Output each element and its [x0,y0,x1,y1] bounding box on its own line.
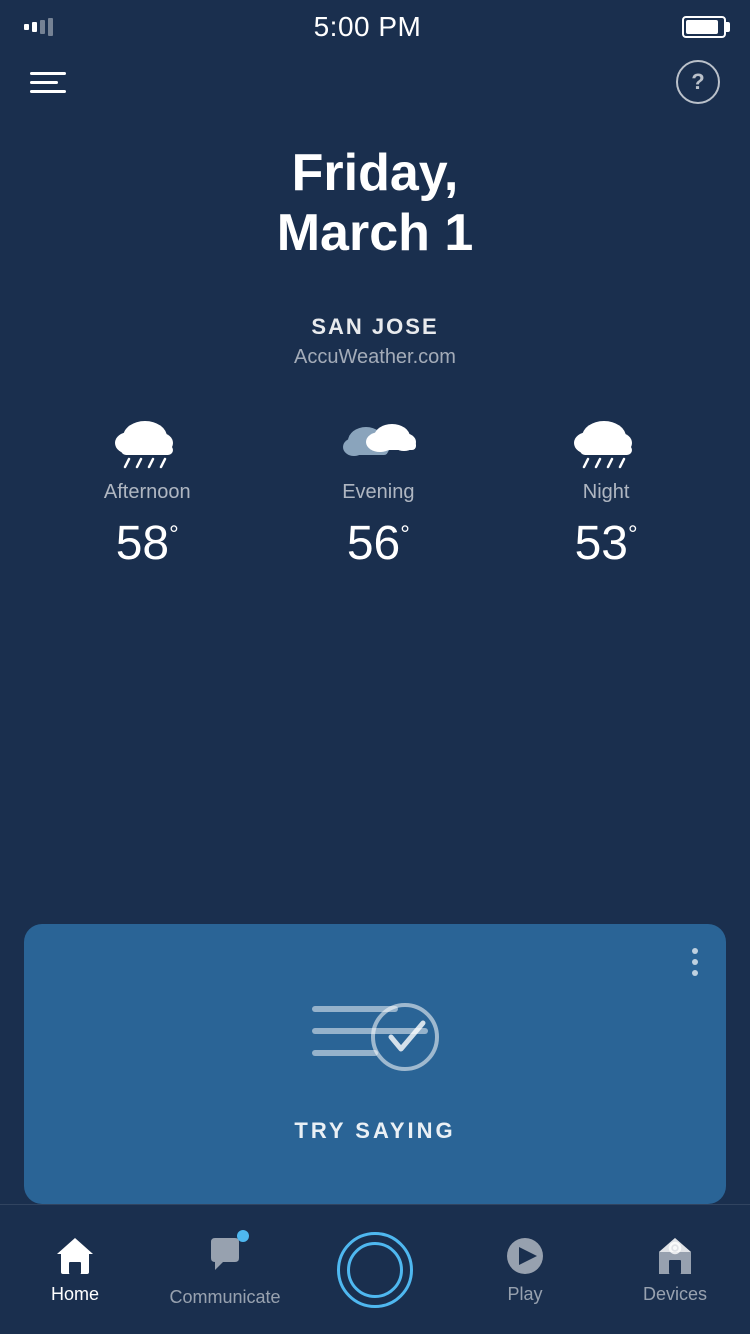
signal-indicator [24,18,53,36]
nav-home[interactable]: Home [0,1224,150,1315]
dot-2 [692,959,698,965]
hamburger-line-1 [30,72,66,75]
afternoon-weather-icon [107,409,187,469]
menu-button[interactable] [30,72,66,93]
evening-weather-icon [338,409,418,469]
night-temp: 53° [575,516,638,571]
dot-3 [692,970,698,976]
card-more-button[interactable] [688,944,702,980]
bottom-nav: Home Communicate Play [0,1204,750,1334]
weather-section: Afternoon 58° Evening 56° [0,389,750,601]
nav-alexa[interactable] [300,1222,450,1318]
night-weather-icon [566,409,646,469]
afternoon-temp: 58° [116,516,179,571]
signal-bar-1 [24,24,29,30]
date-section: Friday, March 1 [0,114,750,284]
battery-fill [686,20,718,34]
hamburger-line-2 [30,81,58,84]
signal-bar-3 [40,20,45,34]
weather-evening: Evening 56° [338,409,418,571]
weather-source: AccuWeather.com [0,346,750,369]
nav-communicate-label: Communicate [169,1287,280,1308]
date-line1: Friday, [292,144,459,202]
card-graphic [295,979,455,1094]
night-label: Night [583,481,630,504]
date-display: Friday, March 1 [0,144,750,264]
signal-bar-4 [48,18,53,36]
status-bar: 5:00 PM [0,0,750,50]
city-name: SAN JOSE [0,314,750,340]
evening-label: Evening [342,481,414,504]
nav-devices-label: Devices [643,1284,707,1305]
date-line2: March 1 [277,204,474,262]
card-label: TRY SAYING [294,1118,455,1144]
communicate-icon-wrapper [203,1232,247,1281]
devices-icon [653,1234,697,1278]
help-button[interactable]: ? [676,60,720,104]
weather-night: Night 53° [566,409,646,571]
card-section: TRY SAYING [0,924,750,1204]
home-icon [53,1234,97,1278]
dot-1 [692,948,698,954]
nav-communicate[interactable]: Communicate [150,1222,300,1318]
weather-afternoon: Afternoon 58° [104,409,191,571]
top-bar: ? [0,50,750,114]
battery-indicator [682,16,726,38]
alexa-button[interactable] [337,1232,413,1308]
alexa-inner-ring [347,1242,403,1298]
nav-play-label: Play [507,1284,542,1305]
status-time: 5:00 PM [314,11,422,43]
play-icon [503,1234,547,1278]
nav-home-label: Home [51,1284,99,1305]
communicate-notification-dot [237,1230,249,1242]
nav-devices[interactable]: Devices [600,1224,750,1315]
hamburger-line-3 [30,90,66,93]
signal-bar-2 [32,22,37,32]
suggestion-card: TRY SAYING [24,924,726,1204]
location-section: SAN JOSE AccuWeather.com [0,284,750,389]
afternoon-label: Afternoon [104,481,191,504]
evening-temp: 56° [347,516,410,571]
nav-play[interactable]: Play [450,1224,600,1315]
